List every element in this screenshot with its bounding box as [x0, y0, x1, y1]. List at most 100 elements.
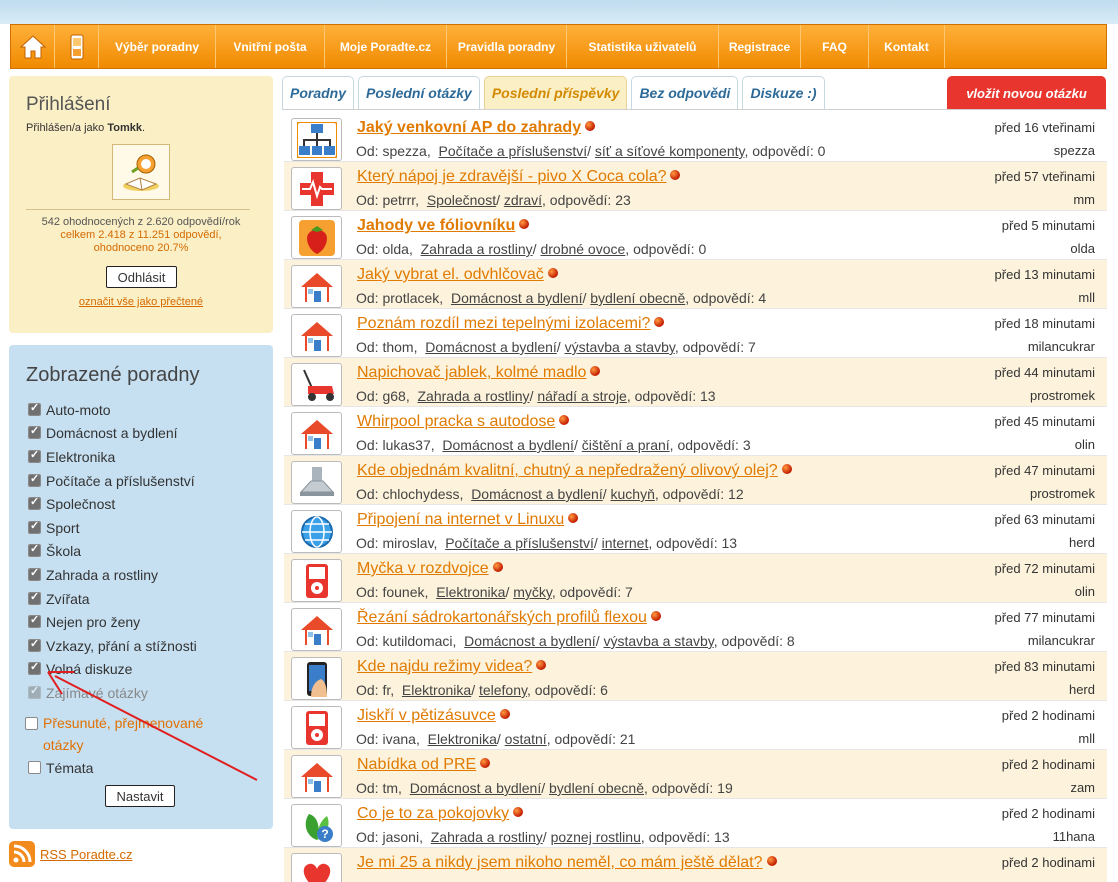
question-title[interactable]: Řezání sádrokartonářských profilů flexou [357, 609, 647, 626]
category-checkbox[interactable] [28, 660, 41, 675]
category-checkbox[interactable] [25, 717, 38, 730]
nav-item-4[interactable]: Pravidla poradny [447, 25, 567, 68]
category-checkbox[interactable] [28, 424, 41, 439]
category-link[interactable]: Zahrada a rostliny [418, 388, 530, 404]
tab-5[interactable]: Diskuze :) [742, 76, 825, 109]
question-title[interactable]: Jaký venkovní AP do zahrady [357, 119, 581, 136]
last-user[interactable]: spezza [1054, 143, 1095, 158]
kitchen-hood-icon[interactable] [291, 461, 342, 504]
question-title-link[interactable]: Co je to za pokojovky [357, 805, 524, 823]
last-user[interactable]: herd [1069, 682, 1095, 697]
question-title-link[interactable]: Poznám rozdíl mezi tepelnými izolacemi? [357, 315, 665, 333]
question-title[interactable]: Jahody ve fóliovníku [357, 217, 515, 234]
category-link[interactable]: Společnost [427, 192, 496, 208]
home-icon[interactable] [11, 25, 55, 68]
subcategory-link[interactable]: síť a síťové komponenty [595, 143, 745, 159]
last-user[interactable]: zam [1070, 780, 1095, 795]
health-icon[interactable] [291, 167, 342, 210]
username[interactable]: Tomkk [107, 122, 142, 134]
house-icon[interactable] [291, 412, 342, 455]
nav-item-8[interactable]: Kontakt [869, 25, 945, 68]
question-title-link[interactable]: Jahody ve fóliovníku [357, 217, 530, 235]
question-title-link[interactable]: Který nápoj je zdravější - pivo X Coca c… [357, 168, 681, 186]
category-checkbox[interactable] [28, 613, 41, 628]
media-player-icon[interactable] [291, 559, 342, 602]
category-checkbox[interactable] [28, 448, 41, 463]
rss-link[interactable]: RSS Poradte.cz [40, 847, 133, 862]
category-checkbox[interactable] [28, 684, 41, 699]
strawberry-icon[interactable] [291, 216, 342, 259]
phone-icon[interactable] [291, 657, 342, 700]
category-checkbox[interactable] [28, 542, 41, 557]
mobile-icon[interactable] [55, 25, 99, 68]
question-title-link[interactable]: Jiskří v pětizásuvce [357, 707, 510, 725]
question-title-link[interactable]: Je mi 25 a nikdy jsem nikoho neměl, co m… [357, 854, 777, 872]
category-link[interactable]: Domácnost a bydlení [425, 339, 557, 355]
tab-3[interactable]: Poslední příspěvky [483, 76, 628, 109]
category-item[interactable]: Nejen pro ženy [28, 613, 140, 630]
category-link[interactable]: Počítače a příslušenství [439, 143, 588, 159]
house-icon[interactable] [291, 755, 342, 798]
category-link[interactable]: Počítače a příslušenství [445, 535, 594, 551]
category-checkbox[interactable] [28, 495, 41, 510]
question-title[interactable]: Připojení na internet v Linuxu [357, 511, 564, 528]
category-link[interactable]: Zahrada a rostliny [421, 241, 533, 257]
last-user[interactable]: prostromek [1030, 388, 1095, 403]
question-title[interactable]: Myčka v rozdvojce [357, 560, 489, 577]
last-user[interactable]: mm [1073, 192, 1095, 207]
last-user[interactable]: prostromek [1030, 486, 1095, 501]
question-title[interactable]: Je mi 25 a nikdy jsem nikoho neměl, co m… [357, 854, 763, 871]
question-title[interactable]: Poznám rozdíl mezi tepelnými izolacemi? [357, 315, 650, 332]
last-user[interactable]: olda [1070, 241, 1095, 256]
tab-2[interactable]: Poslední otázky [358, 76, 480, 109]
nav-item-5[interactable]: Statistika uživatelů [567, 25, 719, 68]
question-title[interactable]: Kde objednám kvalitní, chutný a nepředra… [357, 462, 778, 479]
subcategory-link[interactable]: výstavba a stavby [603, 633, 713, 649]
question-title-link[interactable]: Jaký venkovní AP do zahrady [357, 119, 596, 137]
house-icon[interactable] [291, 265, 342, 308]
question-title[interactable]: Který nápoj je zdravější - pivo X Coca c… [357, 168, 666, 185]
question-title-link[interactable]: Připojení na internet v Linuxu [357, 511, 579, 529]
question-title[interactable]: Co je to za pokojovky [357, 805, 509, 822]
tab-4[interactable]: Bez odpovědi [631, 76, 739, 109]
category-checkbox[interactable] [28, 761, 41, 774]
category-link[interactable]: Elektronika [428, 731, 497, 747]
category-item[interactable]: Sport [28, 519, 79, 536]
question-title-link[interactable]: Nabídka od PRE [357, 756, 491, 774]
subcategory-link[interactable]: výstavba a stavby [565, 339, 675, 355]
category-item[interactable]: Zahrada a rostliny [28, 566, 158, 583]
subcategory-link[interactable]: telefony [479, 682, 527, 698]
category-link[interactable]: Domácnost a bydlení [410, 780, 542, 796]
category-link[interactable]: Elektronika [402, 682, 471, 698]
question-title-link[interactable]: Jaký vybrat el. odvhlčovač [357, 266, 558, 284]
category-checkbox[interactable] [28, 472, 41, 487]
category-item[interactable]: Volná diskuze [28, 660, 132, 677]
plant-question-icon[interactable]: ? [291, 804, 342, 847]
category-link[interactable]: Domácnost a bydlení [464, 633, 596, 649]
category-link[interactable]: Zahrada a rostliny [431, 829, 543, 845]
category-link[interactable]: Domácnost a bydlení [442, 437, 574, 453]
last-user[interactable]: olin [1075, 437, 1095, 452]
rss-feed[interactable]: RSS Poradte.cz [9, 841, 133, 867]
question-title-link[interactable]: Kde najdu režimy videa? [357, 658, 547, 676]
category-item[interactable]: Přesunuté, přejmenované otázky [25, 712, 245, 756]
question-title[interactable]: Kde najdu režimy videa? [357, 658, 532, 675]
category-checkbox[interactable] [28, 590, 41, 605]
question-title-link[interactable]: Napichovač jablek, kolmé madlo [357, 364, 601, 382]
category-link[interactable]: Elektronika [436, 584, 505, 600]
last-user[interactable]: olin [1075, 584, 1095, 599]
subcategory-link[interactable]: kuchyň [611, 486, 655, 502]
question-title-link[interactable]: Whirpool pracka s autodose [357, 413, 570, 431]
category-link[interactable]: Domácnost a bydlení [471, 486, 603, 502]
lawnmower-icon[interactable] [291, 363, 342, 406]
avatar[interactable] [112, 144, 170, 200]
category-item[interactable]: Zvířata [28, 590, 90, 607]
subcategory-link[interactable]: myčky [513, 584, 552, 600]
category-link[interactable]: Domácnost a bydlení [451, 290, 583, 306]
category-checkbox[interactable] [28, 637, 41, 652]
last-user[interactable]: 11hana [1053, 829, 1095, 844]
category-item[interactable]: Auto-moto [28, 401, 111, 418]
category-checkbox[interactable] [28, 519, 41, 534]
subcategory-link[interactable]: internet [602, 535, 649, 551]
subcategory-link[interactable]: nářadí a stroje [537, 388, 627, 404]
